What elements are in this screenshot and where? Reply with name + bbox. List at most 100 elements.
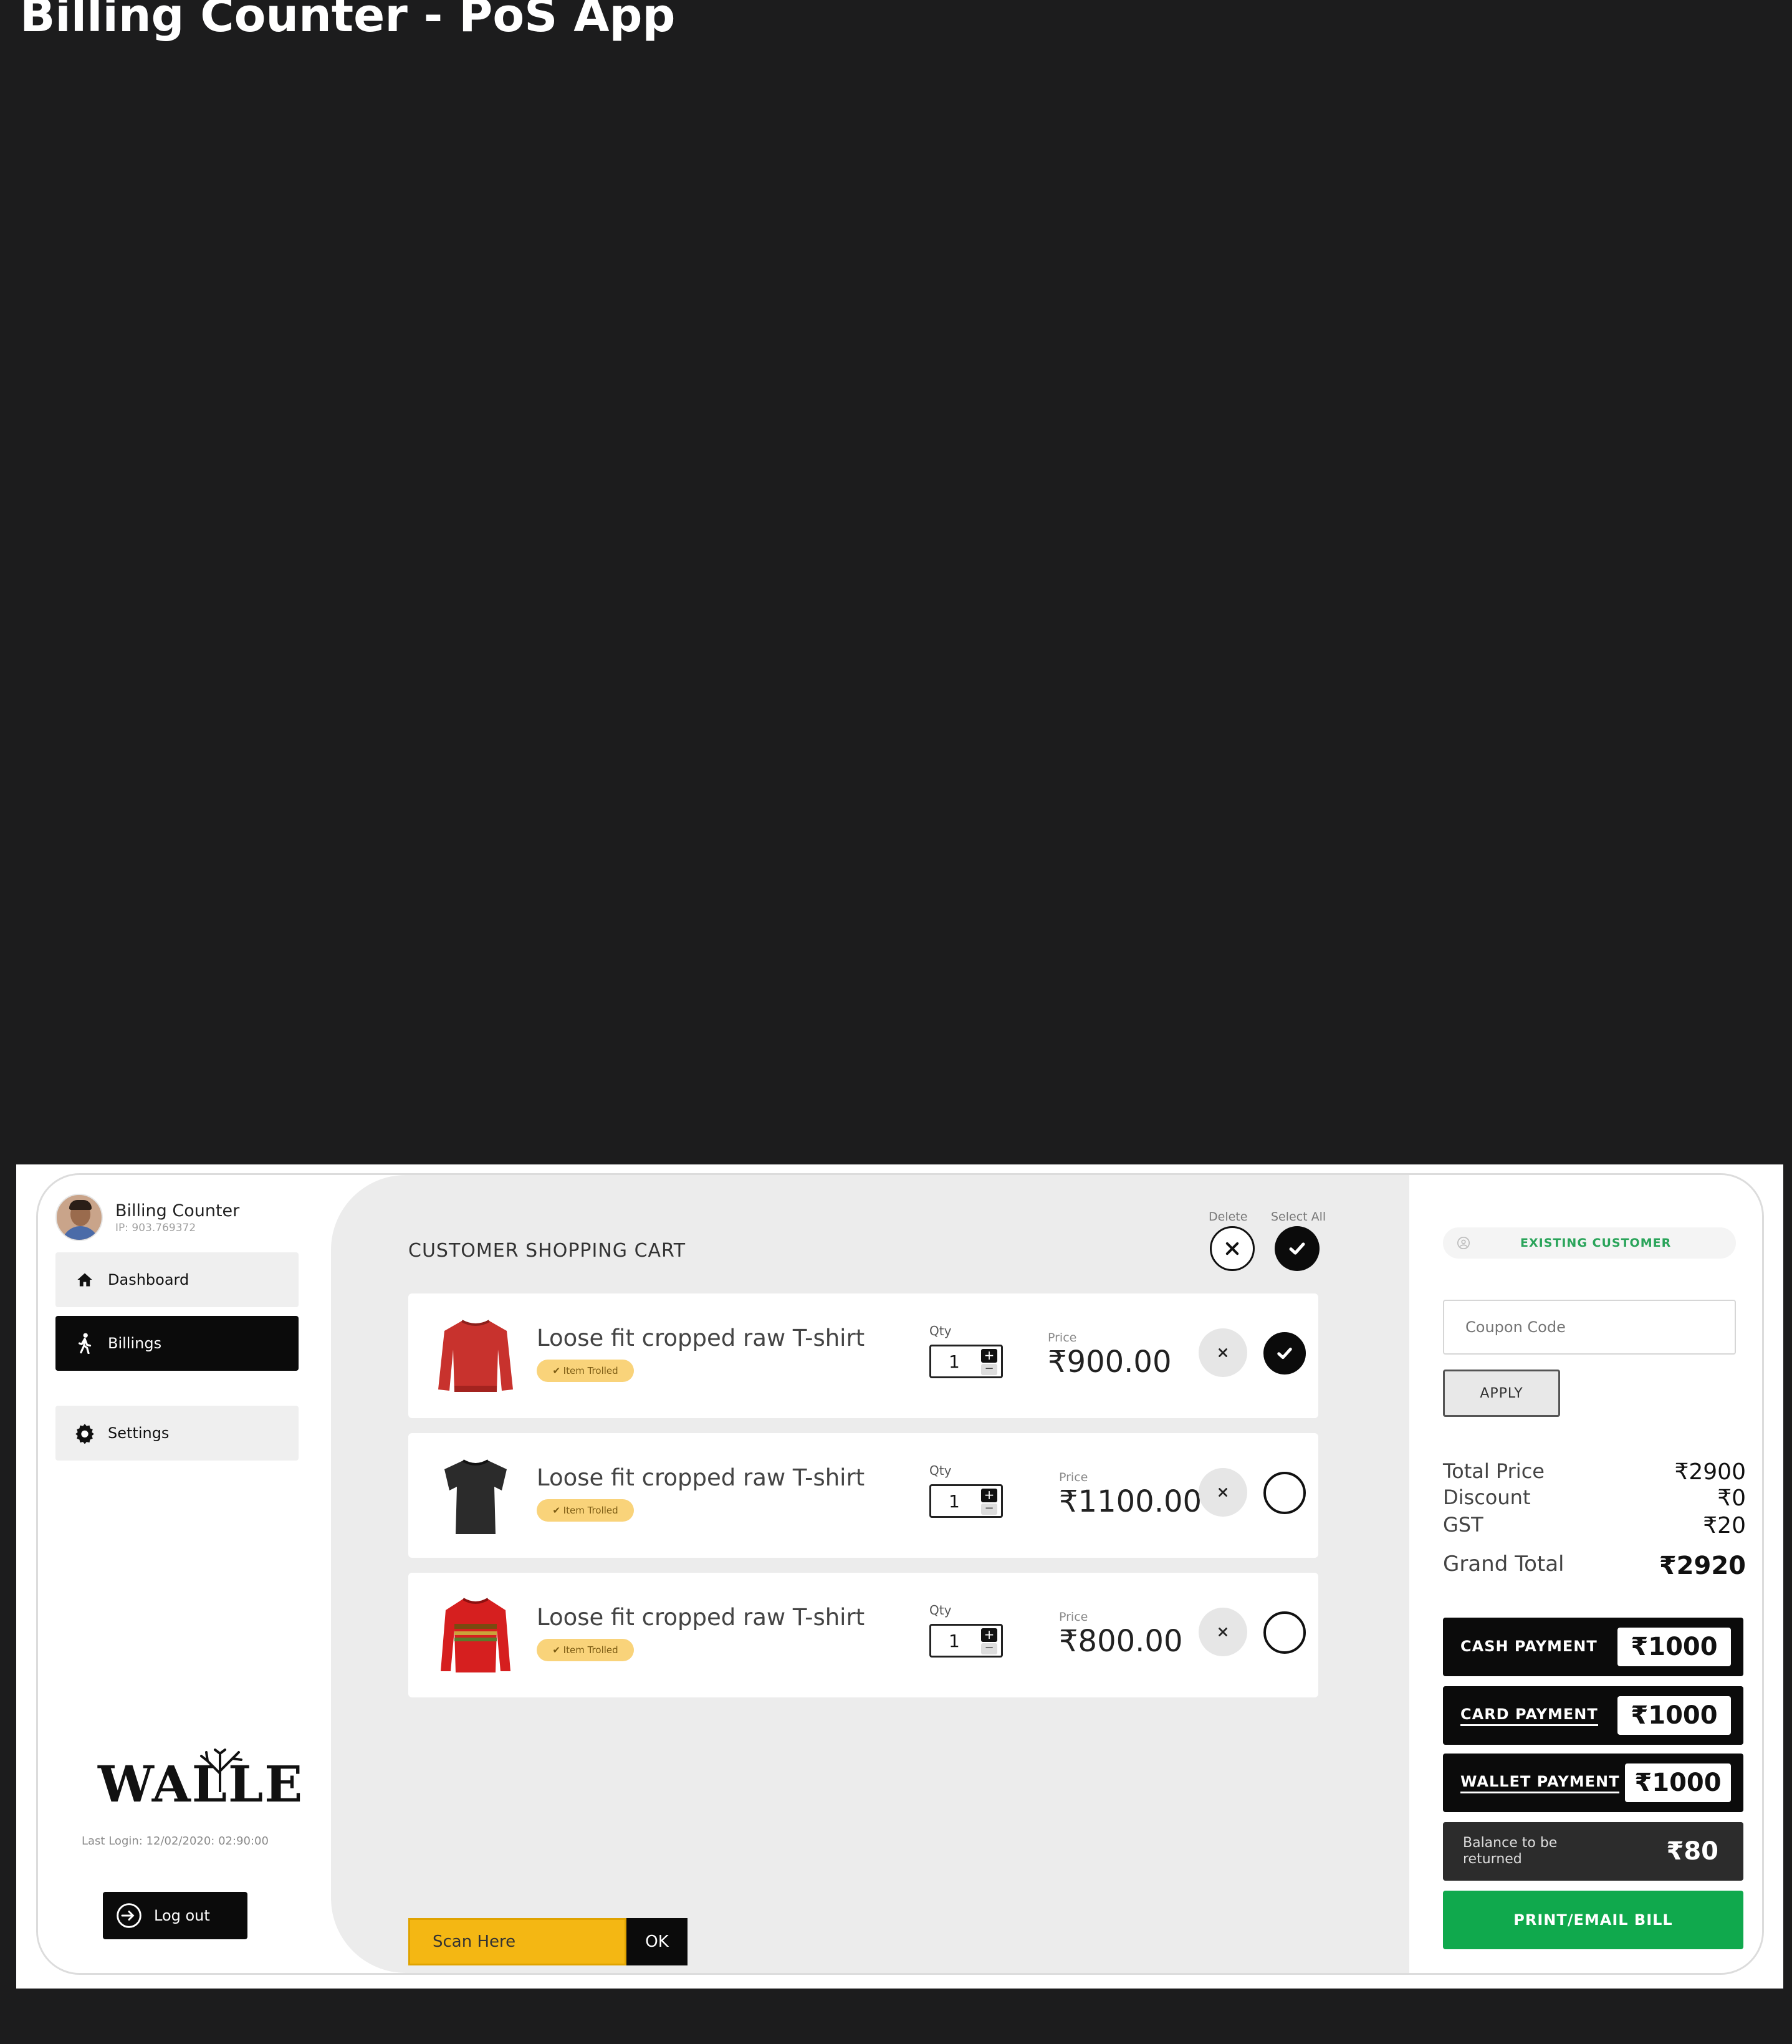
remove-item-button[interactable] <box>1199 1468 1247 1517</box>
delete-all-button[interactable] <box>1210 1226 1255 1271</box>
qty-value: 1 <box>949 1491 960 1512</box>
logout-button[interactable]: Log out <box>103 1892 247 1939</box>
bill-summary-panel: EXISTING CUSTOMER APPLY Total Price ₹290… <box>1409 1175 1762 1973</box>
scan-bar: OK <box>408 1918 688 1965</box>
quantity-stepper[interactable]: 1 + − <box>929 1624 1003 1658</box>
sidebar-item-label: Billings <box>108 1335 162 1352</box>
scan-input[interactable] <box>408 1918 626 1965</box>
balance-returned-box: Balance to be returned ₹80 <box>1443 1822 1743 1881</box>
item-name: Loose fit cropped raw T-shirt <box>537 1604 865 1631</box>
black-tshirt-image <box>444 1459 507 1534</box>
cart-item: Loose fit cropped raw T-shirt ✔ Item Tro… <box>408 1433 1318 1558</box>
item-trolled-badge: ✔ Item Trolled <box>537 1499 634 1522</box>
cash-payment-button[interactable]: CASH PAYMENT ₹1000 <box>1443 1618 1743 1676</box>
sidebar-item-billings[interactable]: Billings <box>55 1316 299 1371</box>
item-price: ₹1100.00 <box>1059 1484 1202 1519</box>
qty-decrease-button[interactable]: − <box>981 1643 997 1654</box>
cart-item: Loose fit cropped raw T-shirt ✔ Item Tro… <box>408 1573 1318 1697</box>
qty-label: Qty <box>929 1603 952 1618</box>
pos-window: Billing Counter IP: 903.769372 Dashboard… <box>16 1164 1783 1989</box>
qty-increase-button[interactable]: + <box>981 1628 997 1642</box>
home-icon <box>74 1269 95 1290</box>
item-trolled-badge: ✔ Item Trolled <box>537 1639 634 1661</box>
check-icon <box>1289 1242 1305 1255</box>
gear-icon <box>74 1423 95 1444</box>
card-payment-button[interactable]: CARD PAYMENT ₹1000 <box>1443 1686 1743 1745</box>
quantity-stepper[interactable]: 1 + − <box>929 1484 1003 1518</box>
qty-increase-button[interactable]: + <box>981 1349 997 1363</box>
qty-decrease-button[interactable]: − <box>981 1363 997 1375</box>
remove-item-button[interactable] <box>1199 1608 1247 1656</box>
pos-app-container: Billing Counter IP: 903.769372 Dashboard… <box>36 1173 1764 1975</box>
cash-amount-field[interactable]: ₹1000 <box>1617 1628 1731 1666</box>
close-icon <box>1219 1488 1227 1497</box>
existing-customer-toggle[interactable]: EXISTING CUSTOMER <box>1443 1227 1736 1259</box>
logout-icon <box>115 1902 143 1929</box>
close-icon <box>1219 1628 1227 1636</box>
scan-ok-button[interactable]: OK <box>626 1918 688 1965</box>
red-sweater-image <box>438 1320 513 1392</box>
quantity-stepper[interactable]: 1 + − <box>929 1345 1003 1378</box>
qty-value: 1 <box>949 1631 960 1651</box>
apply-coupon-button[interactable]: APPLY <box>1443 1370 1560 1417</box>
item-price: ₹900.00 <box>1048 1345 1172 1379</box>
select-all-label: Select All <box>1271 1210 1326 1224</box>
red-striped-sweater-image <box>441 1598 510 1672</box>
grand-total-value: ₹2920 <box>1659 1552 1746 1580</box>
remove-item-button[interactable] <box>1199 1328 1247 1377</box>
select-item-checkbox[interactable] <box>1263 1332 1306 1375</box>
existing-customer-label: EXISTING CUSTOMER <box>1520 1236 1672 1250</box>
profile-ip: IP: 903.769372 <box>115 1221 196 1234</box>
gst-label: GST <box>1443 1513 1483 1537</box>
delete-all-label: Delete <box>1209 1210 1248 1224</box>
sidebar-item-settings[interactable]: Settings <box>55 1406 299 1461</box>
last-login: Last Login: 12/02/2020: 02:90:00 <box>82 1835 269 1848</box>
qty-label: Qty <box>929 1463 952 1478</box>
discount-row: Discount ₹0 <box>1443 1485 1746 1511</box>
coupon-code-input[interactable] <box>1443 1300 1736 1355</box>
grand-total-label: Grand Total <box>1443 1552 1564 1576</box>
close-icon <box>1219 1348 1227 1357</box>
payment-label: CARD PAYMENT <box>1460 1706 1598 1726</box>
profile-header: Billing Counter IP: 903.769372 <box>55 1194 239 1241</box>
avatar <box>55 1194 103 1241</box>
balance-value: ₹80 <box>1666 1837 1719 1866</box>
item-trolled-badge: ✔ Item Trolled <box>537 1360 634 1382</box>
wallet-amount-field[interactable]: ₹1000 <box>1625 1763 1731 1802</box>
sidebar-item-label: Settings <box>108 1424 170 1442</box>
item-name: Loose fit cropped raw T-shirt <box>537 1464 865 1491</box>
qty-decrease-button[interactable]: − <box>981 1503 997 1515</box>
qty-increase-button[interactable]: + <box>981 1489 997 1502</box>
discount-label: Discount <box>1443 1485 1531 1509</box>
cart-item: Loose fit cropped raw T-shirt ✔ Item Tro… <box>408 1293 1318 1418</box>
gst-row: GST ₹20 <box>1443 1513 1746 1538</box>
user-circle-icon <box>1457 1236 1470 1250</box>
print-email-bill-button[interactable]: PRINT/EMAIL BILL <box>1443 1891 1743 1949</box>
discount-value: ₹0 <box>1717 1485 1746 1511</box>
total-price-row: Total Price ₹2900 <box>1443 1459 1746 1485</box>
select-all-button[interactable] <box>1275 1226 1320 1271</box>
sidebar-item-dashboard[interactable]: Dashboard <box>55 1252 299 1307</box>
item-price: ₹800.00 <box>1059 1624 1183 1659</box>
item-name: Loose fit cropped raw T-shirt <box>537 1325 865 1351</box>
select-item-checkbox[interactable] <box>1263 1611 1306 1654</box>
gst-value: ₹20 <box>1703 1513 1746 1538</box>
select-item-checkbox[interactable] <box>1263 1472 1306 1514</box>
price-label: Price <box>1048 1331 1077 1345</box>
price-label: Price <box>1059 1471 1088 1484</box>
wallet-payment-button[interactable]: WALLET PAYMENT ₹1000 <box>1443 1754 1743 1812</box>
sidebar-item-label: Dashboard <box>108 1271 189 1288</box>
walking-person-icon <box>74 1333 95 1354</box>
grand-total-row: Grand Total ₹2920 <box>1443 1552 1746 1580</box>
profile-name: Billing Counter <box>115 1201 240 1221</box>
payment-label: WALLET PAYMENT <box>1460 1773 1620 1793</box>
price-label: Price <box>1059 1610 1088 1624</box>
cart-title: CUSTOMER SHOPPING CART <box>408 1240 686 1262</box>
card-amount-field[interactable]: ₹1000 <box>1617 1696 1731 1735</box>
check-icon <box>1277 1347 1292 1360</box>
total-price-value: ₹2900 <box>1674 1459 1746 1485</box>
sidebar: Billing Counter IP: 903.769372 Dashboard… <box>38 1175 331 1973</box>
balance-label: Balance to be returned <box>1463 1835 1558 1867</box>
tree-logo-icon <box>200 1749 242 1792</box>
qty-label: Qty <box>929 1323 952 1338</box>
